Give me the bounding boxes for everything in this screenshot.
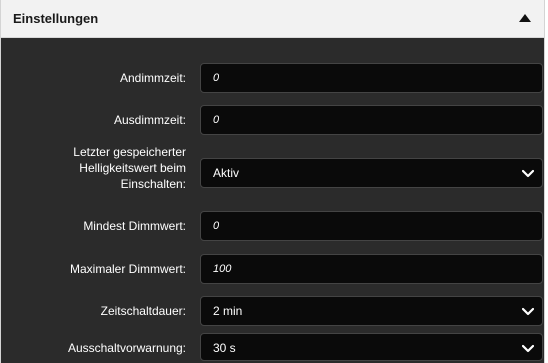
label-zeitschaltdauer: Zeitschaltdauer: [100,304,186,318]
zeitschaltdauer-value: 2 min [213,304,243,318]
label-mindest-dimmwert: Mindest Dimmwert: [83,219,186,233]
andimmzeit-input[interactable]: 0 [200,63,543,93]
maximaler-dimmwert-value: 100 [213,263,232,275]
label-andimmzeit: Andimmzeit: [119,71,186,85]
panel-title: Einstellungen [13,11,99,26]
label-ausschaltvorwarnung: Ausschaltvorwarnung: [67,341,186,355]
ausschaltvorwarnung-value: 30 s [213,341,236,355]
ausschaltvorwarnung-select[interactable]: 30 s [200,333,543,361]
collapse-triangle-icon[interactable] [519,14,531,22]
letzter-helligkeitswert-select[interactable]: Aktiv [200,158,543,188]
chevron-down-icon [522,344,534,353]
settings-panel: Einstellungen Andimmzeit: 0 Ausdimmzeit:… [0,0,545,363]
ausdimmzeit-value: 0 [213,114,220,126]
zeitschaltdauer-select[interactable]: 2 min [200,296,543,326]
maximaler-dimmwert-input[interactable]: 100 [200,254,543,284]
label-letzter-helligkeitswert: Letzter gespeicherter Helligkeitswert be… [73,145,186,191]
ausdimmzeit-input[interactable]: 0 [200,105,543,135]
chevron-down-icon [522,307,534,316]
chevron-down-icon [522,169,534,178]
letzter-helligkeitswert-value: Aktiv [213,166,240,180]
panel-header[interactable]: Einstellungen [1,0,544,38]
mindest-dimmwert-input[interactable]: 0 [200,211,543,241]
andimmzeit-value: 0 [213,72,220,84]
mindest-dimmwert-value: 0 [213,220,220,232]
label-ausdimmzeit: Ausdimmzeit: [113,113,186,127]
label-maximaler-dimmwert: Maximaler Dimmwert: [69,262,186,276]
